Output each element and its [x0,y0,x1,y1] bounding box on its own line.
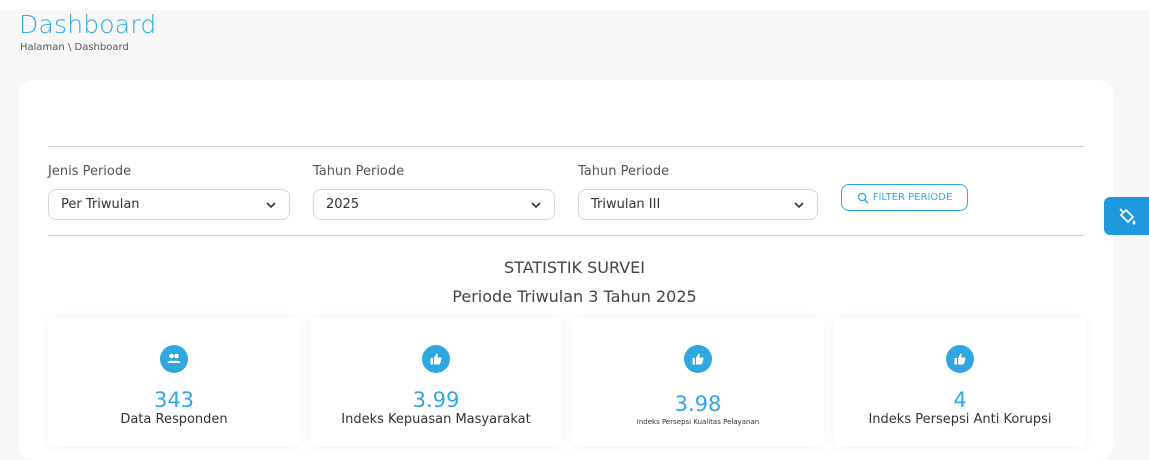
chevron-down-icon [794,201,804,208]
theme-customizer-button[interactable] [1104,197,1149,235]
breadcrumb: Halaman \ Dashboard [20,42,129,53]
divider-bottom [48,235,1084,236]
triwulan-value: Triwulan III [591,197,661,212]
users-icon [160,345,188,373]
stat-card-ikm: 3.99 Indeks Kepuasan Masyarakat [310,318,562,447]
statistik-title: STATISTIK SURVEI [504,258,645,277]
thumbs-up-icon [422,345,450,373]
tahun-periode-label: Tahun Periode [313,164,405,179]
stat-label: Indeks Persepsi Anti Korupsi [868,412,1052,427]
stat-label: Data Responden [120,412,228,427]
stat-card-ipak: 4 Indeks Persepsi Anti Korupsi [834,318,1086,447]
thumbs-up-icon [946,345,974,373]
stat-value: 3.99 [412,388,460,412]
filter-periode-label: FILTER PERIODE [872,192,953,203]
stat-card-ipkp: 3.98 Indeks Persepsi Kualitas Pelayanan [572,318,824,447]
stat-value: 3.98 [674,392,722,416]
jenis-periode-select[interactable]: Per Triwulan [48,189,290,220]
tahun-periode-value: 2025 [326,197,360,212]
stat-value: 4 [953,388,967,412]
paint-bucket-icon [1118,208,1135,225]
chevron-down-icon [266,201,276,208]
divider-top [48,146,1084,147]
chevron-down-icon [531,201,541,208]
thumbs-up-icon [684,345,712,373]
search-icon [857,192,869,203]
page-title: Dashboard [19,10,157,39]
triwulan-label: Tahun Periode [578,164,670,179]
tahun-periode-select[interactable]: 2025 [313,189,555,220]
stat-card-responden: 343 Data Responden [48,318,300,447]
stat-label: Indeks Persepsi Kualitas Pelayanan [636,418,760,426]
top-strip [0,0,1149,10]
stat-value: 343 [153,388,195,412]
jenis-periode-label: Jenis Periode [48,164,132,179]
filter-periode-button[interactable]: FILTER PERIODE [841,184,968,211]
stat-label: Indeks Kepuasan Masyarakat [341,412,531,427]
triwulan-select[interactable]: Triwulan III [578,189,818,220]
statistik-period: Periode Triwulan 3 Tahun 2025 [452,287,697,306]
jenis-periode-value: Per Triwulan [61,197,140,212]
